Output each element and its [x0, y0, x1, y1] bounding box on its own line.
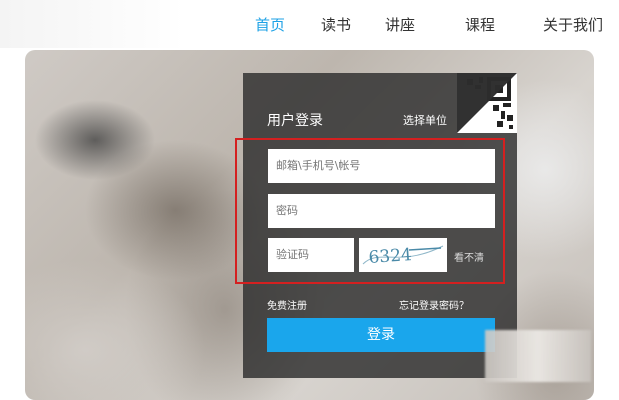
- register-link[interactable]: 免费注册: [267, 297, 307, 312]
- nav-item-about[interactable]: 关于我们: [543, 14, 603, 35]
- captcha-text: 6324: [368, 245, 413, 268]
- captcha-refresh-link[interactable]: 看不清: [454, 249, 484, 264]
- nav-item-courses[interactable]: 课程: [465, 14, 495, 35]
- select-unit-link[interactable]: 选择单位: [403, 112, 447, 128]
- qr-code-icon[interactable]: [457, 73, 517, 133]
- top-nav: 首页 读书 讲座 课程 关于我们: [0, 0, 619, 48]
- captcha-image[interactable]: 6324: [359, 238, 447, 272]
- captcha-input[interactable]: [268, 238, 354, 272]
- qr-code-graphic: [457, 73, 517, 133]
- login-title: 用户登录: [267, 113, 323, 129]
- password-input[interactable]: [268, 194, 495, 228]
- nav-item-lectures[interactable]: 讲座: [385, 14, 415, 35]
- login-button[interactable]: 登录: [267, 318, 495, 352]
- captcha-graphic: 6324: [362, 245, 444, 268]
- nav-item-reading[interactable]: 读书: [321, 14, 351, 35]
- nav-item-home[interactable]: 首页: [255, 14, 285, 35]
- blurred-patch: [485, 330, 591, 382]
- account-input[interactable]: [268, 149, 495, 183]
- page: 首页 读书 讲座 课程 关于我们 用户登录 选择单位 邮箱\手机号\帐号 验证码…: [0, 0, 619, 400]
- forgot-password-link[interactable]: 忘记登录密码？: [399, 297, 469, 312]
- login-panel: 用户登录 选择单位 邮箱\手机号\帐号 验证码 6324 看不清 免费注册 忘记…: [243, 73, 517, 378]
